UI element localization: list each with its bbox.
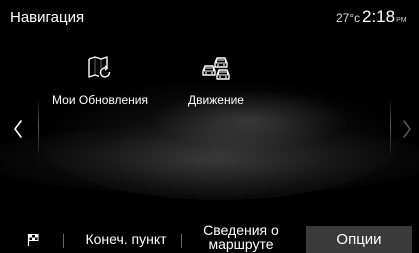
chevron-left-icon <box>14 120 22 138</box>
map-refresh-icon <box>88 56 111 78</box>
clock-ampm: PM <box>396 17 407 24</box>
temperature-readout: 27°c <box>336 11 361 25</box>
header-bar: Навигация 27°c 2:18PM <box>0 0 419 36</box>
clock-time: 2:18 <box>362 7 396 26</box>
my-updates-button[interactable]: Мои Обновления <box>40 55 160 115</box>
tab-separator <box>63 234 64 248</box>
my-updates-label: Мои Обновления <box>52 93 148 107</box>
route-info-tab[interactable]: Сведения о маршруте <box>186 222 296 253</box>
tab-separator <box>181 234 182 248</box>
flag-button[interactable] <box>20 226 48 253</box>
route-info-label: Сведения о маршруте <box>203 222 279 252</box>
checkered-flag-icon <box>27 234 39 246</box>
clock: 2:18PM <box>362 7 407 27</box>
traffic-icon <box>202 57 230 80</box>
divider <box>390 96 391 158</box>
page-title: Навигация <box>10 9 85 26</box>
traffic-button[interactable]: Движение <box>176 55 256 115</box>
chevron-right-icon <box>403 120 411 138</box>
previous-page-button[interactable] <box>7 112 35 146</box>
divider <box>38 96 39 158</box>
navigation-screen: Навигация 27°c 2:18PM Мои Обновления Дви… <box>0 0 419 253</box>
bottom-tab-bar: Конеч. пункт Сведения о маршруте Опции <box>0 222 419 253</box>
destination-tab[interactable]: Конеч. пункт <box>72 226 180 253</box>
next-page-button[interactable] <box>396 112 419 146</box>
options-tab[interactable]: Опции <box>306 226 412 253</box>
traffic-label: Движение <box>188 93 244 107</box>
